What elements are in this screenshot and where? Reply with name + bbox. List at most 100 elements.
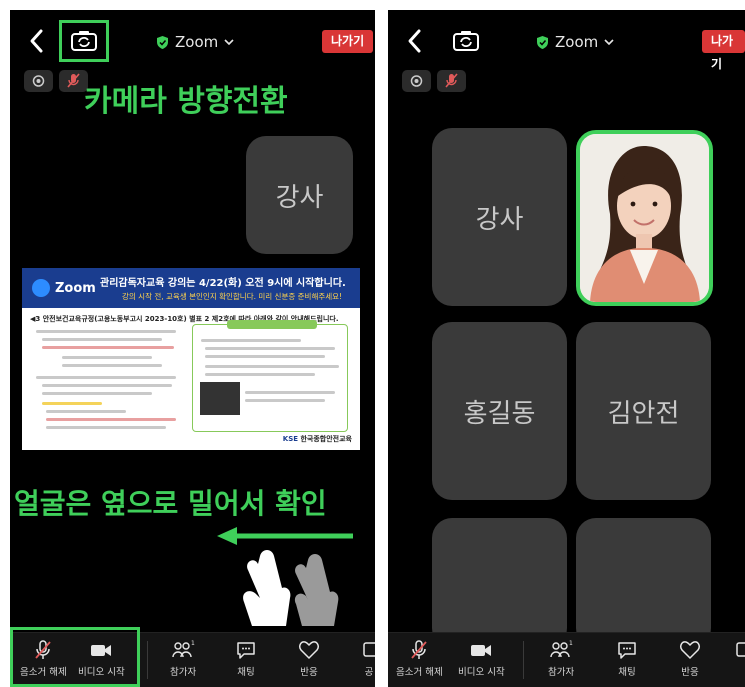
back-chevron-icon[interactable] <box>26 28 48 54</box>
share-button[interactable] <box>735 639 745 661</box>
zoom-logo: Zoom <box>32 279 96 297</box>
meeting-title[interactable]: Zoom <box>536 33 614 51</box>
swipe-caption: 얼굴은 옆으로 밀어서 확인 <box>14 487 327 520</box>
react-button[interactable]: 반응 <box>679 639 701 678</box>
instructor-tile[interactable]: 강사 <box>246 136 353 254</box>
guide-screenshot <box>200 382 240 415</box>
text-line <box>42 402 102 405</box>
shield-icon <box>537 35 548 49</box>
participants-label: 참가자 <box>548 667 575 678</box>
share-icon <box>363 642 375 657</box>
hand-swipe-icon <box>243 550 339 626</box>
mini-controls <box>402 70 466 92</box>
camera-flip-caption: 카메라 방향전환 <box>84 84 288 119</box>
chevron-down-icon <box>224 39 234 45</box>
camera-flip-icon[interactable] <box>70 30 98 52</box>
chat-button[interactable]: 채팅 <box>616 639 638 678</box>
mic-off-icon <box>35 640 52 659</box>
slide-subline: 강의 시작 전, 교육생 본인인지 확인합니다. 미리 신분증 준비해주세요! <box>122 292 343 301</box>
participant-tile-empty[interactable] <box>576 518 711 648</box>
heart-icon <box>299 641 319 660</box>
mini-controls <box>24 70 88 92</box>
chat-icon <box>618 642 636 659</box>
share-button[interactable]: 공 <box>362 639 375 678</box>
text-line <box>245 399 325 402</box>
share-label: 공 <box>364 667 374 678</box>
text-line <box>205 355 325 358</box>
chat-label: 채팅 <box>618 667 636 678</box>
text-line <box>42 384 172 387</box>
heart-icon <box>680 641 700 660</box>
chat-button[interactable]: 채팅 <box>235 639 257 678</box>
meeting-title[interactable]: Zoom <box>156 33 234 51</box>
top-bar: Zoom 나가기 <box>388 10 745 72</box>
text-line <box>245 391 335 394</box>
guide-box <box>192 324 348 432</box>
zoom-logo-icon <box>32 279 50 297</box>
text-line <box>62 356 152 359</box>
slide-header: Zoom 관리감독자교육 강의는 4/22(화) 오전 9시에 시작합니다. 강… <box>22 268 360 308</box>
back-chevron-icon[interactable] <box>404 28 426 54</box>
video-start-button[interactable]: 비디오 시작 <box>458 639 505 678</box>
shared-screen-slide: Zoom 관리감독자교육 강의는 4/22(화) 오전 9시에 시작합니다. 강… <box>22 268 360 450</box>
text-line <box>205 347 335 350</box>
video-camera-icon <box>471 645 492 656</box>
portrait-image <box>580 134 709 302</box>
text-line <box>205 373 315 376</box>
participants-count: 1 <box>569 640 573 647</box>
chat-label: 채팅 <box>237 667 255 678</box>
guide-tab <box>227 320 317 329</box>
react-button[interactable]: 반응 <box>298 639 320 678</box>
mic-muted-icon[interactable] <box>437 70 466 92</box>
unmute-label: 음소거 해제 <box>20 667 67 678</box>
text-line <box>46 418 176 421</box>
unmute-button[interactable]: 음소거 해제 <box>396 639 443 678</box>
participants-button[interactable]: 1 참가자 <box>548 639 574 678</box>
text-line <box>42 338 162 341</box>
tile-label: 홍길동 <box>463 398 536 429</box>
video-start-label: 비디오 시작 <box>78 667 125 678</box>
text-line <box>46 426 166 429</box>
top-bar: Zoom 나가기 <box>10 10 375 72</box>
text-line <box>46 410 126 413</box>
participant-tile-hong[interactable]: 홍길동 <box>432 322 567 500</box>
text-line <box>205 365 339 368</box>
toolbar-divider <box>523 641 524 679</box>
right-phone-screen: Zoom 나가기 강사 홍길동 김안전 음소거 해제 비디오 시작 1 참가자 … <box>388 10 745 687</box>
mic-off-icon <box>411 640 428 659</box>
self-video-tile[interactable] <box>576 130 713 306</box>
meeting-title-text: Zoom <box>555 33 599 51</box>
meeting-title-text: Zoom <box>175 33 219 51</box>
text-line <box>62 364 162 367</box>
zoom-logo-text: Zoom <box>55 280 96 296</box>
org-logo: KSE 한국종합안전교육 <box>282 435 352 443</box>
unmute-label: 음소거 해제 <box>396 667 443 678</box>
unmute-button[interactable]: 음소거 해제 <box>20 639 67 678</box>
react-label: 반응 <box>681 667 699 678</box>
toolbar-divider <box>147 641 148 679</box>
text-line <box>42 346 174 349</box>
participants-button[interactable]: 1 참가자 <box>170 639 196 678</box>
leave-button[interactable]: 나가기 <box>702 30 745 71</box>
text-line <box>42 392 152 395</box>
org-name: 한국종합안전교육 <box>300 435 352 443</box>
shield-icon <box>157 35 168 49</box>
video-start-button[interactable]: 비디오 시작 <box>78 639 125 678</box>
participants-label: 참가자 <box>170 667 197 678</box>
participant-tile-empty[interactable] <box>432 518 567 648</box>
record-icon[interactable] <box>402 70 431 92</box>
participant-tile-kim[interactable]: 김안전 <box>576 322 711 500</box>
video-camera-icon <box>91 645 112 656</box>
left-phone-screen: Zoom 나가기 카메라 방향전환 강사 Zoom 관리감독자교육 강의는 4/… <box>10 10 375 687</box>
tile-label: 김안전 <box>607 398 680 429</box>
record-icon[interactable] <box>24 70 53 92</box>
slide-headline: 관리감독자교육 강의는 4/22(화) 오전 9시에 시작합니다. <box>100 278 346 289</box>
text-line <box>36 376 176 379</box>
chevron-down-icon <box>604 39 614 45</box>
camera-flip-icon[interactable] <box>452 30 480 52</box>
leave-button[interactable]: 나가기 <box>322 30 374 53</box>
share-icon <box>736 642 745 657</box>
instructor-tile[interactable]: 강사 <box>432 128 567 306</box>
text-line <box>36 330 176 333</box>
participants-icon: 1 <box>550 640 573 658</box>
